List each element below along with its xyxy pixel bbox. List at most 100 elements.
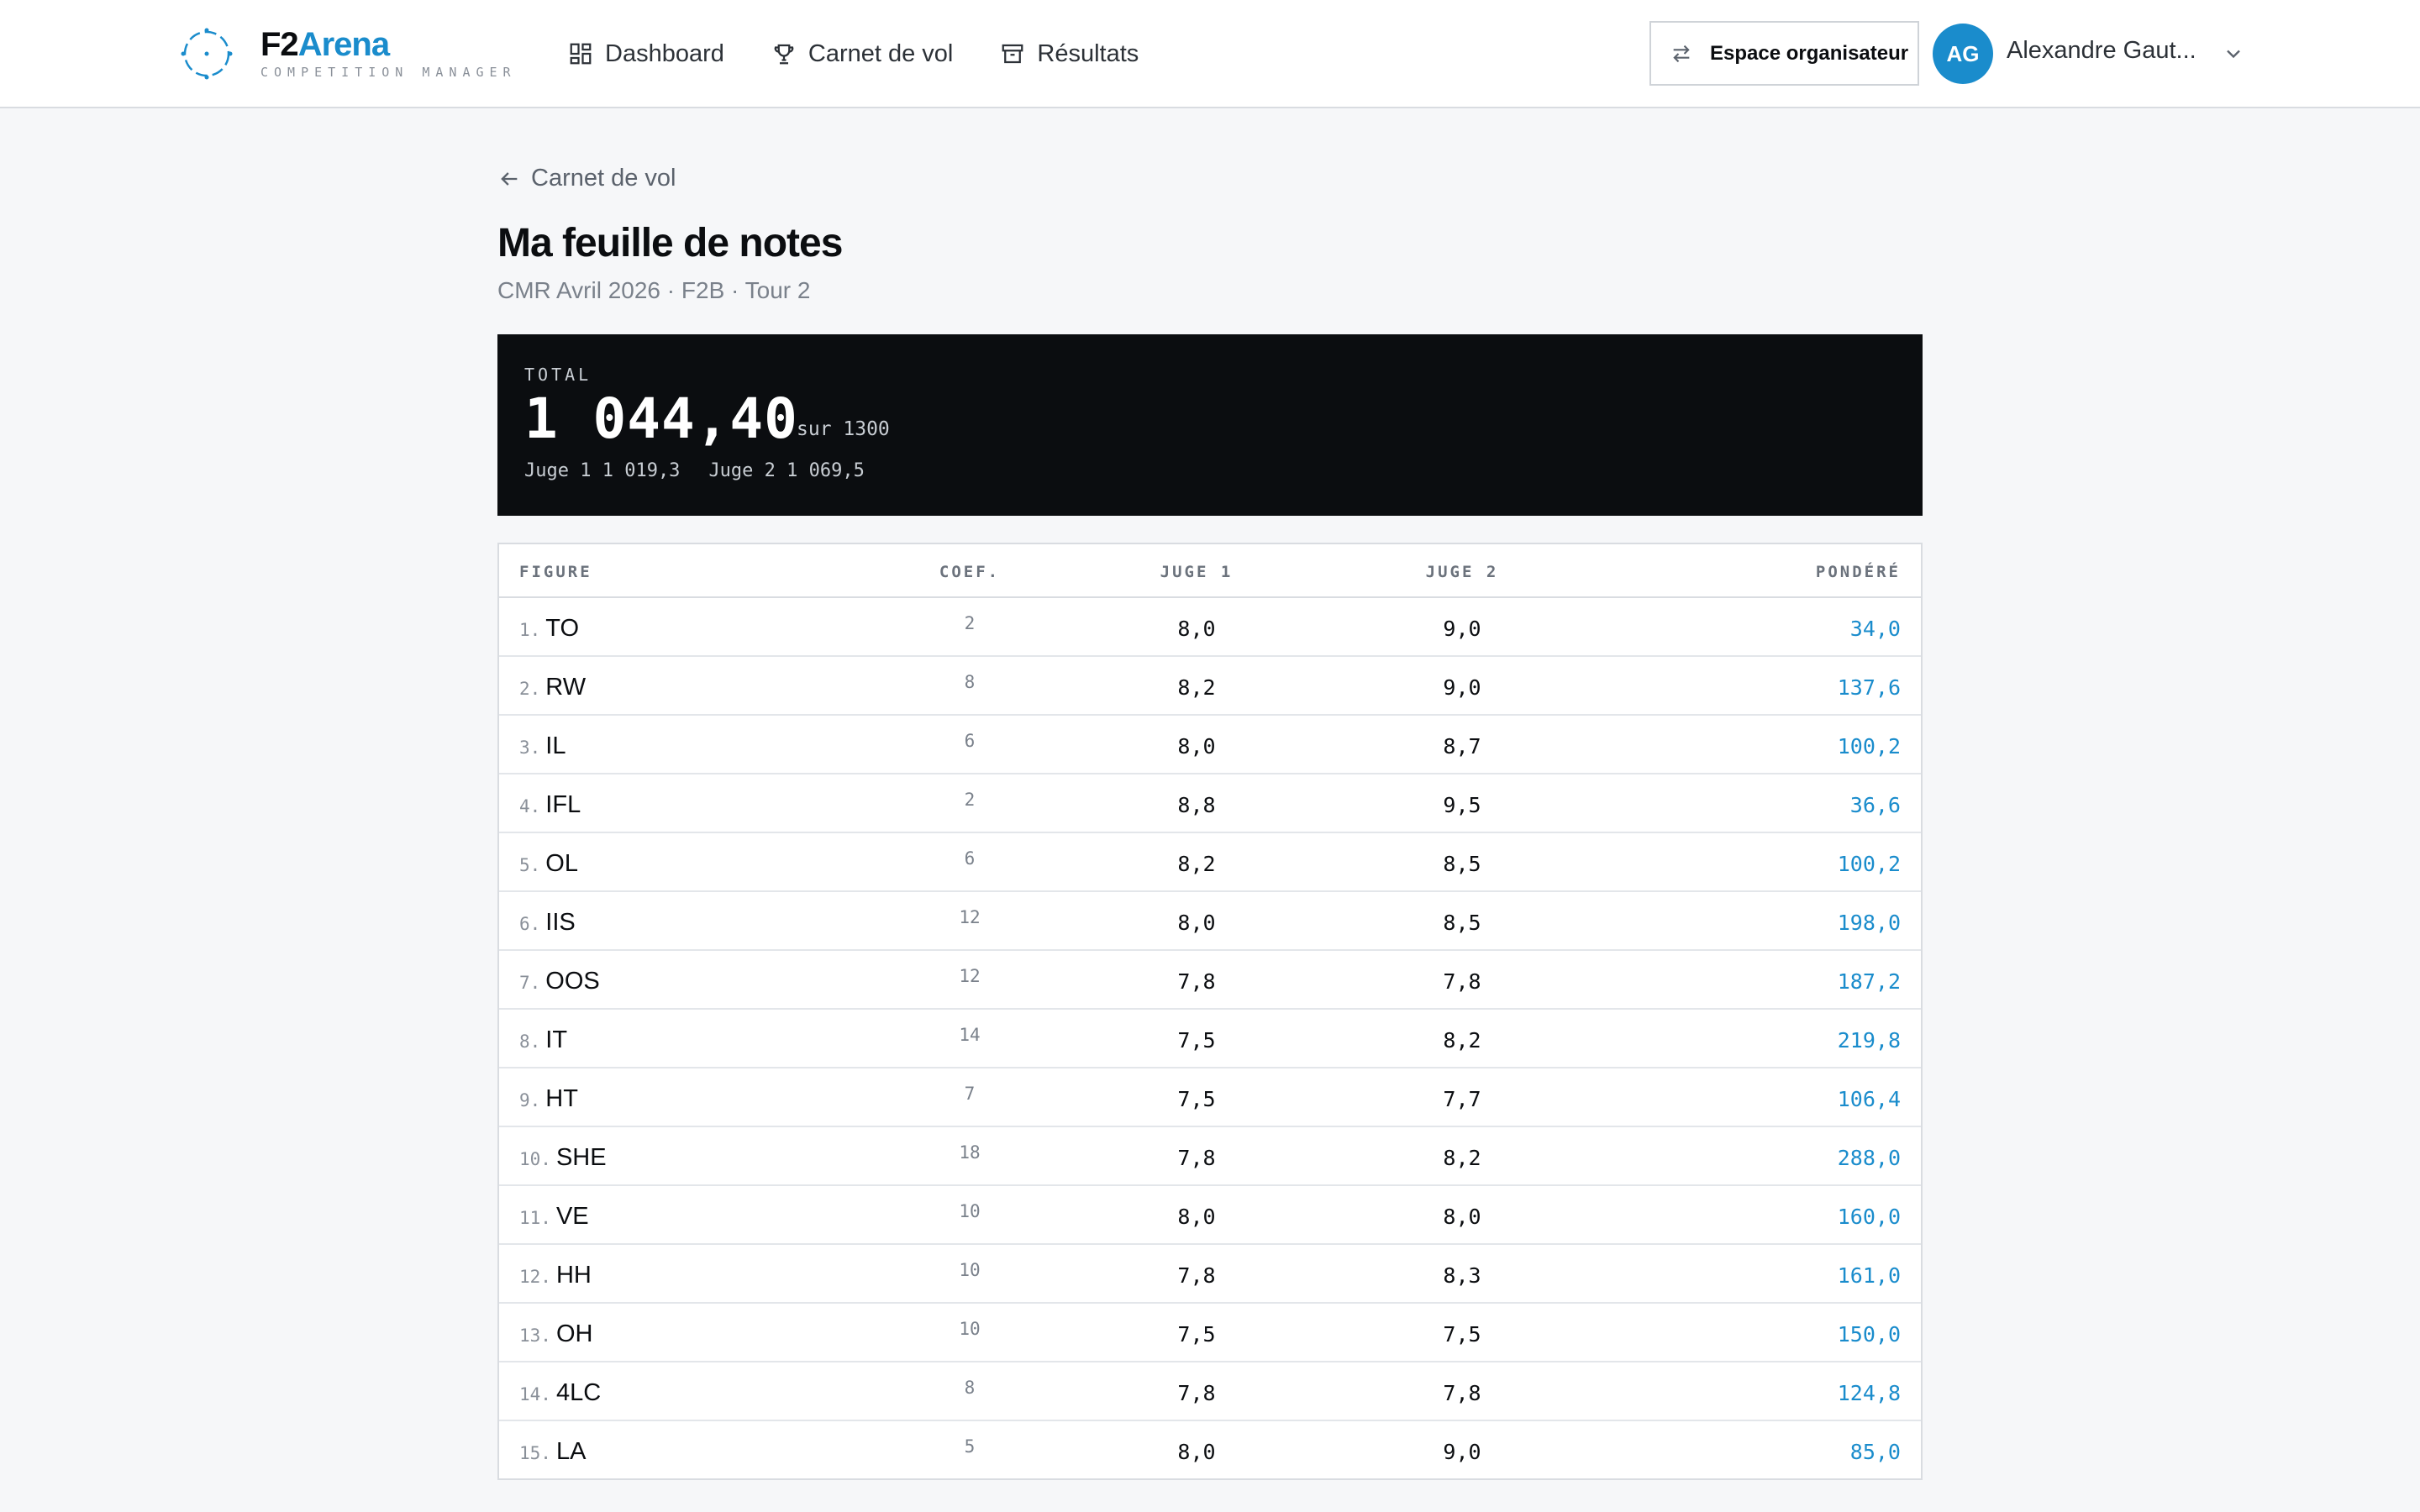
espace-organisateur-button[interactable]: Espace organisateur — [1649, 21, 1919, 86]
weighted-score: 100,2 — [1837, 852, 1901, 876]
judge2-score: 8,5 — [1443, 911, 1481, 935]
header-judge2: JUGE 2 — [1425, 563, 1499, 581]
figure-name: LA — [555, 1438, 587, 1465]
nav-dashboard[interactable]: Dashboard — [568, 34, 724, 74]
figure-cell: 8. IT — [519, 1026, 567, 1054]
coef-cell: 12 — [959, 966, 981, 986]
table-row[interactable]: 1. TO 2 8,0 9,0 34,0 — [499, 598, 1921, 657]
figure-cell: 6. IIS — [519, 909, 576, 937]
figure-number: 5. — [519, 855, 541, 875]
brand-f2: F2 — [260, 26, 299, 63]
nav-carnet-label: Carnet de vol — [808, 39, 954, 67]
weighted-score: 219,8 — [1837, 1028, 1901, 1053]
target-logo-icon — [181, 28, 233, 80]
judge1-score: 7,8 — [1177, 1263, 1216, 1288]
table-body: 1. TO 2 8,0 9,0 34,0 2. RW 8 8,2 9,0 137,6 3. IL 6 8,0 8… — [499, 598, 1921, 1480]
top-bar: F2Arena COMPETITION MANAGER Dashboard Ca… — [0, 0, 2420, 108]
table-row[interactable]: 14. 4LC 8 7,8 7,8 124,8 — [499, 1362, 1921, 1421]
figure-number: 1. — [519, 620, 541, 640]
figure-number: 12. — [519, 1267, 551, 1287]
table-row[interactable]: 5. OL 6 8,2 8,5 100,2 — [499, 833, 1921, 892]
figure-number: 13. — [519, 1326, 551, 1346]
table-row[interactable]: 7. OOS 12 7,8 7,8 187,2 — [499, 951, 1921, 1010]
weighted-score: 36,6 — [1849, 793, 1901, 817]
coef-cell: 10 — [959, 1319, 981, 1339]
user-name[interactable]: Alexandre Gaut... — [2007, 37, 2208, 65]
judge2-score: 8,3 — [1443, 1263, 1481, 1288]
figure-name: RW — [545, 674, 587, 701]
main-nav: Dashboard Carnet de vol Résultats — [568, 34, 1186, 74]
scores-table: FIGURE COEF. JUGE 1 JUGE 2 PONDÉRÉ 1. TO 2… — [497, 543, 1923, 1480]
judge2-score: 8,7 — [1443, 734, 1481, 759]
total-label: TOTAL — [524, 365, 592, 385]
weighted-score: 100,2 — [1837, 734, 1901, 759]
table-row[interactable]: 13. OH 10 7,5 7,5 150,0 — [499, 1304, 1921, 1362]
weighted-score: 85,0 — [1849, 1440, 1901, 1464]
figure-number: 14. — [519, 1384, 551, 1404]
back-link[interactable]: Carnet de vol — [497, 165, 676, 192]
table-row[interactable]: 2. RW 8 8,2 9,0 137,6 — [499, 657, 1921, 716]
figure-number: 9. — [519, 1090, 541, 1110]
coef-cell: 8 — [964, 1378, 976, 1398]
figure-number: 8. — [519, 1032, 541, 1052]
table-row[interactable]: 4. IFL 2 8,8 9,5 36,6 — [499, 774, 1921, 833]
total-value: 1 044,40 — [524, 386, 798, 451]
header-coef: COEF. — [939, 563, 1001, 581]
brand-arena: Arena — [297, 26, 390, 63]
table-row[interactable]: 10. SHE 18 7,8 8,2 288,0 — [499, 1127, 1921, 1186]
judge2-score: 8,5 — [1443, 852, 1481, 876]
judge1-score: 7,8 — [1177, 969, 1216, 994]
weighted-score: 34,0 — [1849, 617, 1901, 641]
figure-number: 11. — [519, 1208, 551, 1228]
figure-number: 2. — [519, 679, 541, 699]
table-row[interactable]: 9. HT 7 7,5 7,7 106,4 — [499, 1068, 1921, 1127]
table-row[interactable]: 15. LA 5 8,0 9,0 85,0 — [499, 1421, 1921, 1480]
weighted-score: 160,0 — [1837, 1205, 1901, 1229]
weighted-score: 288,0 — [1837, 1146, 1901, 1170]
table-header: FIGURE COEF. JUGE 1 JUGE 2 PONDÉRÉ — [499, 544, 1921, 598]
nav-resultats[interactable]: Résultats — [1000, 34, 1139, 74]
figure-number: 4. — [519, 796, 541, 816]
avatar[interactable]: AG — [1933, 24, 1993, 84]
coef-cell: 6 — [964, 848, 976, 869]
figure-name: OL — [545, 850, 578, 877]
figure-number: 7. — [519, 973, 541, 993]
figure-name: OOS — [545, 968, 600, 995]
coef-cell: 10 — [959, 1260, 981, 1280]
figure-cell: 2. RW — [519, 674, 586, 701]
table-row[interactable]: 6. IIS 12 8,0 8,5 198,0 — [499, 892, 1921, 951]
figure-cell: 7. OOS — [519, 968, 600, 995]
judge1-score: 7,5 — [1177, 1322, 1216, 1347]
figure-number: 10. — [519, 1149, 551, 1169]
table-row[interactable]: 12. HH 10 7,8 8,3 161,0 — [499, 1245, 1921, 1304]
judge1-score: 7,8 — [1177, 1381, 1216, 1405]
judge2-score: 9,5 — [1443, 793, 1481, 817]
figure-name: VE — [555, 1203, 589, 1230]
judge2-score: 9,0 — [1443, 617, 1481, 641]
figure-number: 6. — [519, 914, 541, 934]
coef-cell: 8 — [964, 672, 976, 692]
table-row[interactable]: 3. IL 6 8,0 8,7 100,2 — [499, 716, 1921, 774]
app-logo[interactable]: F2Arena COMPETITION MANAGER — [178, 25, 517, 82]
coef-cell: 12 — [959, 907, 981, 927]
figure-number: 3. — [519, 738, 541, 758]
figure-cell: 3. IL — [519, 732, 566, 760]
judge2-score: 7,8 — [1443, 1381, 1481, 1405]
judge2-score: 8,2 — [1443, 1146, 1481, 1170]
figure-name: IL — [545, 732, 566, 759]
chevron-down-icon[interactable] — [2222, 42, 2245, 66]
grid-icon — [570, 43, 592, 65]
figure-cell: 13. OH — [519, 1320, 592, 1348]
page-subtitle: CMR Avril 2026 · F2B · Tour 2 — [497, 277, 811, 303]
figure-name: HH — [555, 1262, 592, 1289]
judge1-score: 7,5 — [1177, 1028, 1216, 1053]
table-row[interactable]: 8. IT 14 7,5 8,2 219,8 — [499, 1010, 1921, 1068]
archive-icon — [1002, 44, 1023, 64]
judge2-score: 8,0 — [1443, 1205, 1481, 1229]
figure-name: IFL — [545, 791, 581, 818]
figure-name: 4LC — [555, 1379, 602, 1406]
total-card: TOTAL 1 044,40 sur 1300 Juge 1 1 019,3 J… — [497, 334, 1923, 516]
judge2-total: Juge 2 1 069,5 — [708, 460, 865, 481]
table-row[interactable]: 11. VE 10 8,0 8,0 160,0 — [499, 1186, 1921, 1245]
nav-carnet-de-vol[interactable]: Carnet de vol — [771, 34, 954, 74]
